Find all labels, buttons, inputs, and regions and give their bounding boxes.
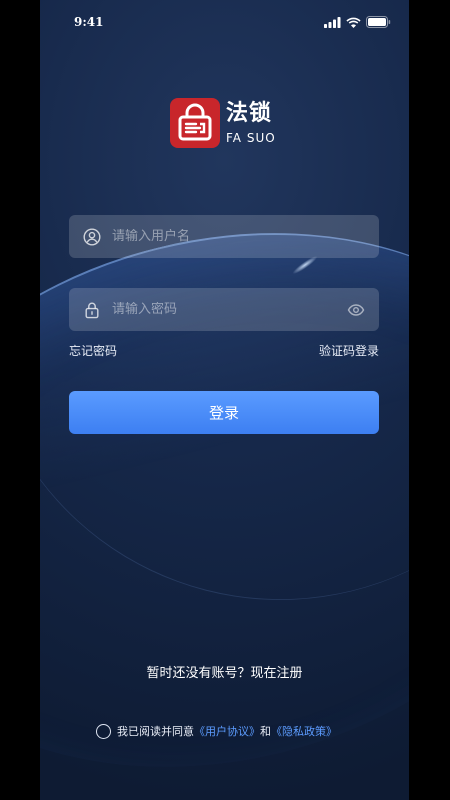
lock-icon	[83, 301, 101, 319]
login-options: 忘记密码 验证码登录	[69, 342, 379, 359]
logo-title: 法锁	[226, 101, 273, 126]
status-time: 9:41	[74, 15, 104, 29]
app-logo: 法锁 FA SUO	[170, 98, 276, 148]
register-link[interactable]: 暂时还没有账号？现在注册	[40, 662, 409, 681]
logo-subtitle: FA SUO	[226, 131, 276, 145]
eye-icon[interactable]	[347, 301, 365, 319]
agreement-conjunction: 和	[260, 725, 271, 738]
password-field[interactable]	[69, 288, 379, 331]
signal-icon	[324, 16, 341, 28]
password-input[interactable]	[112, 302, 347, 317]
agreement-checkbox[interactable]	[96, 723, 111, 739]
agreement-row: 我已阅读并同意 《用户协议》 和 《隐私政策》	[96, 723, 337, 739]
logo-text: 法锁 FA SUO	[226, 101, 276, 145]
user-agreement-link[interactable]: 《用户协议》	[194, 723, 260, 739]
username-input[interactable]	[112, 229, 365, 244]
agreement-prefix: 我已阅读并同意	[117, 725, 194, 738]
battery-icon	[366, 16, 391, 28]
user-icon	[83, 227, 101, 246]
wifi-icon	[346, 17, 361, 28]
lock-logo-icon	[170, 98, 220, 148]
forgot-password-link[interactable]: 忘记密码	[69, 342, 117, 359]
code-login-link[interactable]: 验证码登录	[319, 342, 379, 359]
username-field[interactable]	[69, 215, 379, 258]
privacy-policy-link[interactable]: 《隐私政策》	[271, 723, 337, 739]
status-bar: 9:41	[40, 0, 409, 44]
login-button[interactable]: 登录	[69, 391, 379, 434]
app-screen: 9:41 法锁 FA SUO 请输入用户名 忘记密码 验证码登录 登录 暂时还没…	[40, 0, 409, 800]
status-icons	[324, 16, 391, 28]
